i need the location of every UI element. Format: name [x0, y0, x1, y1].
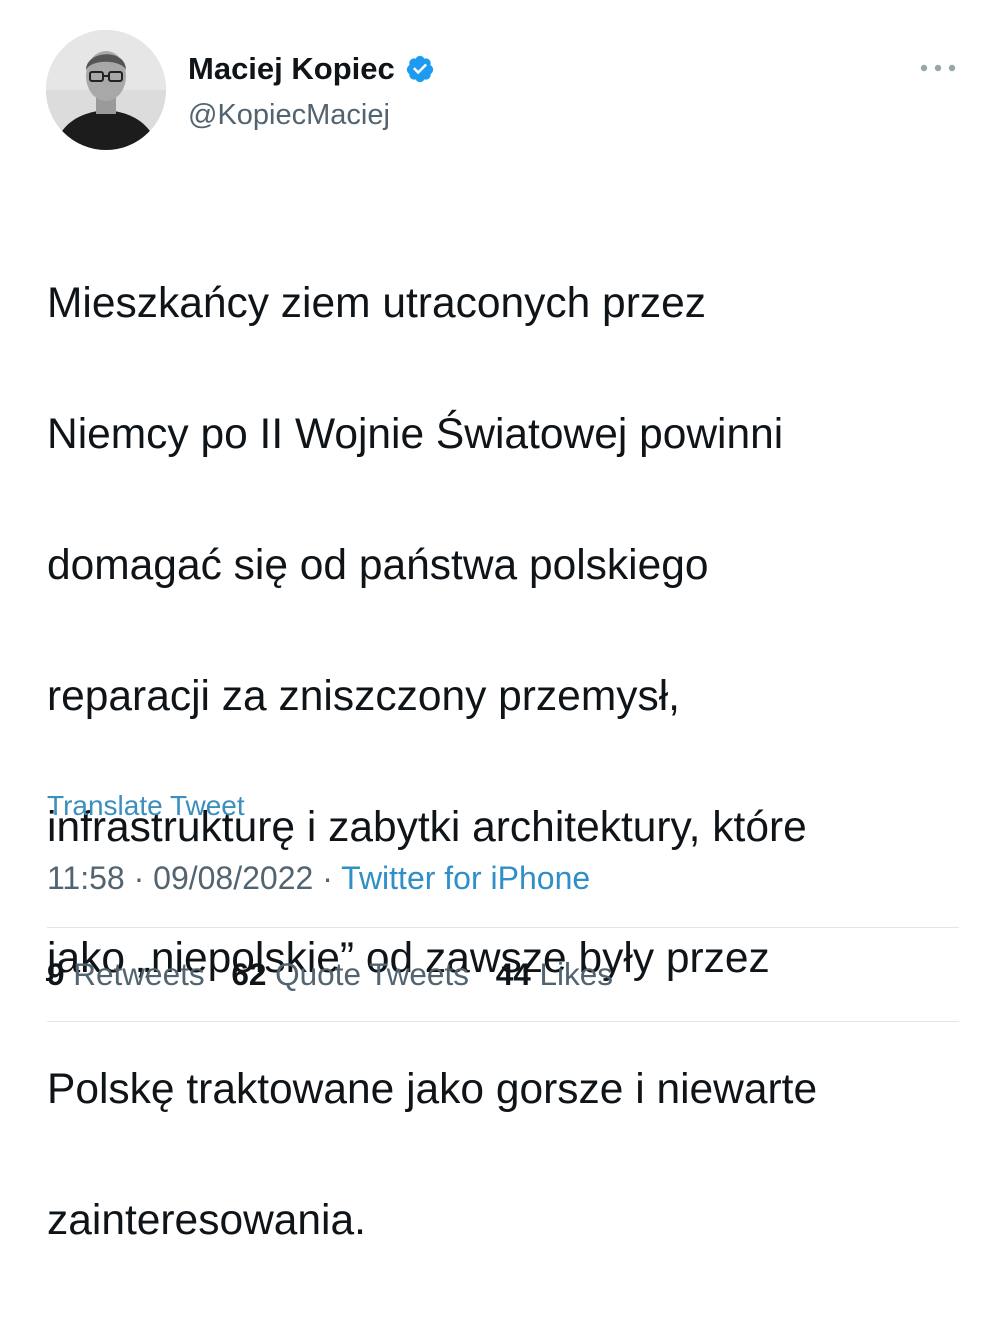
likes-count: 44	[495, 956, 531, 992]
tweet-date[interactable]: 09/08/2022	[153, 860, 313, 896]
author-handle[interactable]: @KopiecMaciej	[188, 97, 390, 133]
quote-tweets-label: Quote Tweets	[266, 956, 469, 992]
meta-separator: ·	[124, 860, 154, 896]
more-horizontal-icon[interactable]	[914, 54, 962, 82]
tweet-text-line: Mieszkańcy ziem utraconych przez	[47, 279, 706, 327]
profile-photo	[46, 30, 166, 150]
retweets-count: 9	[47, 956, 65, 992]
retweets-stat[interactable]: 9 Retweets	[47, 954, 205, 994]
retweets-label: Retweets	[64, 956, 205, 992]
tweet-meta: 11:58 · 09/08/2022 · Twitter for iPhone	[47, 858, 590, 898]
divider	[47, 1021, 959, 1022]
author-display-name-row[interactable]: Maciej Kopiec	[188, 50, 435, 88]
translate-tweet-link[interactable]: Translate Tweet	[47, 789, 245, 823]
tweet-source-link[interactable]: Twitter for iPhone	[341, 860, 590, 896]
tweet-text: Mieszkańcy ziem utraconych przez Niemcy …	[47, 205, 982, 1319]
tweet-time[interactable]: 11:58	[47, 860, 125, 896]
likes-stat[interactable]: 44 Likes	[496, 954, 613, 994]
meta-separator: ·	[313, 860, 342, 896]
verified-badge-icon	[406, 55, 433, 83]
tweet-stats: 9 Retweets 62 Quote Tweets 44 Likes	[47, 954, 631, 994]
quote-tweets-count: 62	[231, 956, 267, 992]
tweet-text-line: zainteresowania.	[47, 1196, 366, 1244]
tweet-text-line: Niemcy po II Wojnie Światowej powinni	[47, 410, 784, 458]
divider	[47, 927, 959, 928]
tweet-text-line: reparacji za zniszczony przemysł,	[47, 672, 680, 720]
quote-tweets-stat[interactable]: 62 Quote Tweets	[231, 954, 469, 994]
likes-label: Likes	[530, 956, 614, 992]
author-display-name[interactable]: Maciej Kopiec	[188, 50, 395, 88]
avatar[interactable]	[46, 30, 166, 150]
tweet-text-line: Polskę traktowane jako gorsze i niewarte	[47, 1065, 818, 1113]
tweet-text-line: domagać się od państwa polskiego	[47, 541, 709, 589]
